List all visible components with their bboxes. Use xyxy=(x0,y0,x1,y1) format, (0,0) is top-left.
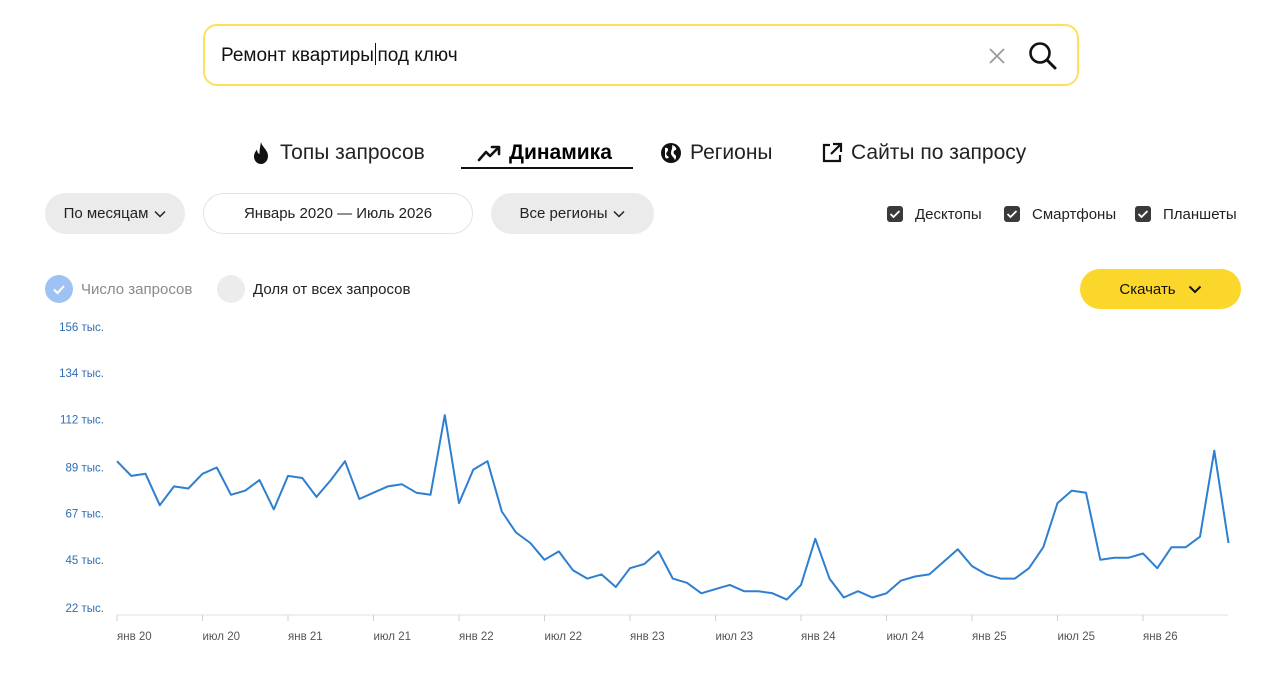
y-tick-label: 22 тыс. xyxy=(66,603,104,615)
x-tick-label: июл 21 xyxy=(374,631,412,643)
checkbox-label: Планшеты xyxy=(1163,205,1237,223)
radio-label: Доля от всех запросов xyxy=(253,280,411,298)
x-tick-label: июл 22 xyxy=(545,631,583,643)
tab-regions[interactable]: Регионы xyxy=(660,136,773,170)
query-dynamics-chart: 22 тыс. 45 тыс. 67 тыс. 89 тыс. 112 тыс. 134 … xyxy=(59,322,1230,643)
region-label: Все регионы xyxy=(519,205,608,222)
chevron-down-icon xyxy=(154,210,166,218)
download-button[interactable]: Скачать xyxy=(1080,269,1241,309)
active-tab-indicator xyxy=(461,167,633,169)
checkbox-label: Десктопы xyxy=(915,205,982,223)
x-tick-label: июл 24 xyxy=(887,631,925,643)
tab-label: Сайты по запросу xyxy=(851,141,1027,164)
date-range-picker[interactable]: Январь 2020 — Июль 2026 xyxy=(203,193,473,234)
x-tick-label: янв 21 xyxy=(288,631,323,643)
tab-label: Динамика xyxy=(509,141,612,164)
date-range-label: Январь 2020 — Июль 2026 xyxy=(243,205,433,222)
x-tick-label: янв 24 xyxy=(801,631,836,643)
search-icon[interactable] xyxy=(1027,40,1059,72)
radio-label: Число запросов xyxy=(81,280,193,298)
chevron-down-icon xyxy=(613,210,626,218)
radio-circle xyxy=(217,275,245,303)
trend-up-icon xyxy=(477,145,501,162)
tab-label: Топы запросов xyxy=(280,141,425,164)
period-group-select[interactable]: По месяцам xyxy=(45,193,185,234)
tab-sites[interactable]: Сайты по запросу xyxy=(821,136,1026,170)
y-tick-label: 112 тыс. xyxy=(60,414,104,426)
period-group-label: По месяцам xyxy=(63,205,149,222)
checkmark-icon xyxy=(887,206,903,222)
tab-label: Регионы xyxy=(690,141,773,164)
checkbox-desktops[interactable]: Десктопы xyxy=(887,204,982,224)
checkbox-label: Смартфоны xyxy=(1032,205,1117,223)
y-tick-label: 156 тыс. xyxy=(59,322,104,334)
search-box[interactable]: Ремонт квартиры под ключ xyxy=(203,24,1079,86)
x-tick-label: янв 23 xyxy=(630,631,665,643)
checkmark-icon xyxy=(1004,206,1020,222)
tab-dynamics[interactable]: Динамика xyxy=(477,136,612,170)
external-link-icon xyxy=(822,142,843,163)
y-tick-label: 45 тыс. xyxy=(66,555,104,567)
radio-query-count[interactable]: Число запросов xyxy=(45,275,192,303)
search-query-end: под ключ xyxy=(377,45,458,66)
tab-bar: Топы запросов Динамика Регионы Сайты по … xyxy=(0,136,1280,176)
search-query-start: Ремонт квартиры xyxy=(221,45,374,66)
y-tick-label: 89 тыс. xyxy=(66,463,104,475)
globe-icon xyxy=(661,143,681,163)
checkbox-smartphones[interactable]: Смартфоны xyxy=(1004,204,1116,224)
checkbox-tablets[interactable]: Планшеты xyxy=(1135,204,1237,224)
x-tick-label: янв 20 xyxy=(117,631,152,643)
x-tick-label: июл 25 xyxy=(1058,631,1096,643)
radio-query-share[interactable]: Доля от всех запросов xyxy=(217,275,410,303)
tab-top-queries[interactable]: Топы запросов xyxy=(250,136,425,170)
y-tick-label: 134 тыс. xyxy=(59,368,104,380)
x-tick-label: июл 20 xyxy=(203,631,241,643)
x-tick-label: июл 23 xyxy=(716,631,754,643)
series-line xyxy=(116,414,1230,601)
y-tick-label: 67 тыс. xyxy=(66,509,104,521)
x-tick-label: янв 22 xyxy=(459,631,494,643)
check-icon xyxy=(45,275,73,303)
download-label: Скачать xyxy=(1119,280,1176,298)
x-tick-label: янв 25 xyxy=(972,631,1007,643)
chevron-down-icon xyxy=(1188,285,1201,293)
region-select[interactable]: Все регионы xyxy=(491,193,654,234)
search-input[interactable]: Ремонт квартиры под ключ xyxy=(221,43,1077,67)
x-tick-label: янв 26 xyxy=(1143,631,1178,643)
fire-icon xyxy=(254,142,268,164)
clear-icon[interactable] xyxy=(987,46,1007,66)
checkmark-icon xyxy=(1135,206,1151,222)
